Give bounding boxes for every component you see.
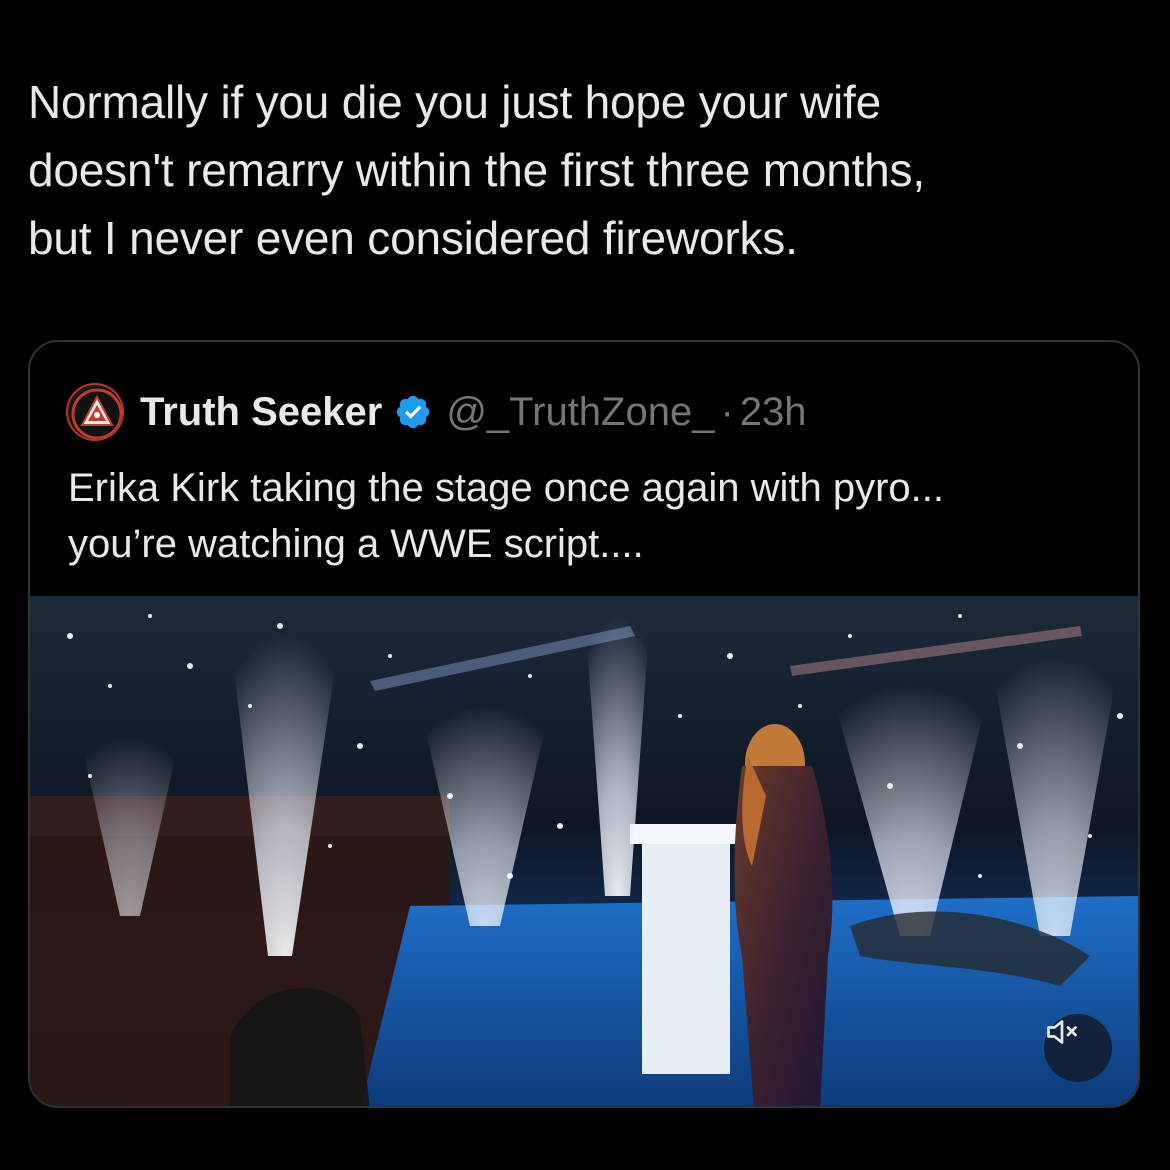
- speaker-muted-icon: [1047, 1020, 1077, 1044]
- truth-zone-logo-icon[interactable]: [66, 383, 124, 441]
- verified-badge-icon: [397, 395, 430, 429]
- quoted-text-line: Erika Kirk taking the stage once again w…: [68, 466, 945, 510]
- quoted-text-line: you’re watching a WWE script....: [68, 522, 644, 566]
- tweet-text-line: doesn't remarry within the first three m…: [28, 144, 925, 196]
- quoted-tweet-text: Erika Kirk taking the stage once again w…: [68, 460, 1108, 572]
- tweet-text: Normally if you die you just hope your w…: [28, 68, 1138, 272]
- quoted-tweet-card[interactable]: Truth Seeker @_TruthZone_ · 23h Erika Ki…: [28, 340, 1140, 1108]
- video-frame: [30, 596, 1138, 1106]
- mute-button[interactable]: [1044, 1014, 1112, 1082]
- page: Normally if you die you just hope your w…: [0, 0, 1170, 1170]
- tweet-text-line: but I never even considered fireworks.: [28, 212, 798, 264]
- video-player[interactable]: [30, 596, 1138, 1106]
- handle[interactable]: @_TruthZone_: [446, 390, 714, 435]
- tweet-text-line: Normally if you die you just hope your w…: [28, 76, 882, 128]
- display-name[interactable]: Truth Seeker: [140, 390, 382, 435]
- timestamp[interactable]: 23h: [740, 390, 807, 435]
- separator-dot: ·: [720, 389, 734, 434]
- quoted-tweet-header: Truth Seeker @_TruthZone_ · 23h: [66, 382, 807, 442]
